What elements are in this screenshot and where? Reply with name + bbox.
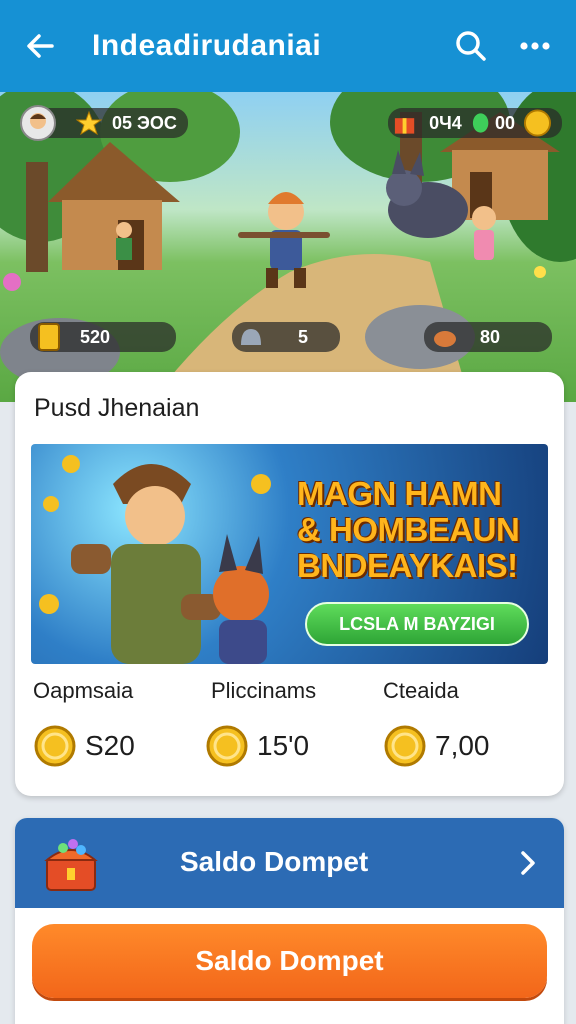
coin-icon [34,725,76,767]
hud-item-count[interactable]: 5 [232,322,340,352]
app-bar: Indeadirudaniai [0,0,576,92]
hud-level-value: 05 ЭОС [112,112,177,133]
chevron-right-icon [521,851,535,875]
search-icon [456,31,486,61]
coin-icon [384,725,426,767]
hud-item-value: 5 [298,326,309,347]
promo-title: Pusd Jhenaian [34,394,200,422]
star-icon [76,110,102,136]
wallet-header-title: Saldo Dompet [180,846,369,877]
promo-card: Pusd Jhenaian MAGN HAMN & HOMBEAUN BNDEA… [15,372,564,796]
food-icon [434,331,456,347]
stat-value: 15'0 [257,730,310,761]
key-icon [38,323,60,351]
wallet-header[interactable]: Saldo Dompet [15,818,564,908]
hud-gift-count: 0Ч4 [429,112,462,133]
banner-hero-illustration [39,455,271,664]
stat-value: S20 [85,730,135,761]
banner-headline-line-1: MAGN HAMN [297,475,502,512]
stat-label: Oapmsaia [33,678,134,703]
banner-headline: MAGN HAMN & HOMBEAUN BNDEAYKAIS! [297,475,520,584]
coin-icon [206,725,248,767]
hud-player-level[interactable]: 05 ЭОС [20,105,188,141]
avatar [20,105,56,141]
promo-banner[interactable]: MAGN HAMN & HOMBEAUN BNDEAYKAIS! LCSLA M… [31,444,548,664]
hud-gem-count: 00 [495,112,516,133]
search-button[interactable] [448,23,494,69]
back-arrow-icon [27,34,54,58]
game-scene: 05 ЭОС 0Ч4 00 520 5 80 [0,92,576,402]
game-scene-illustration [0,92,576,402]
app-title: Indeadirudaniai [92,29,322,62]
wallet-section: Saldo Dompet Saldo Dompet [15,818,564,1024]
coin-badge-icon [523,109,552,137]
hud-food-count[interactable]: 80 [424,322,552,352]
banner-headline-line-3: BNDEAYKAIS! [297,547,518,584]
stat-label: Pliccinams [211,678,317,703]
back-button[interactable] [18,24,62,68]
helmet-icon [241,329,261,345]
hud-resources-top[interactable]: 0Ч4 00 [388,108,562,138]
wallet-balance-button[interactable]: Saldo Dompet [32,924,547,998]
treasure-chest-icon [44,839,98,891]
more-icon [520,42,550,50]
more-button[interactable] [512,23,558,69]
hud-key-count[interactable]: 520 [30,322,176,352]
promo-stats: Oapmsaia S20 Pliccinams 15'0 Cteaida 7,0… [15,672,564,792]
stat-value: 7,00 [435,730,490,761]
gem-icon [472,113,489,133]
gift-box-icon [394,118,415,134]
banner-cta-button[interactable]: LCSLA M BAYZIGI [305,602,529,646]
hud-key-value: 520 [80,326,111,347]
banner-headline-line-2: & HOMBEAUN [297,511,520,548]
stat-label: Cteaida [383,678,459,703]
hud-food-value: 80 [480,326,501,347]
